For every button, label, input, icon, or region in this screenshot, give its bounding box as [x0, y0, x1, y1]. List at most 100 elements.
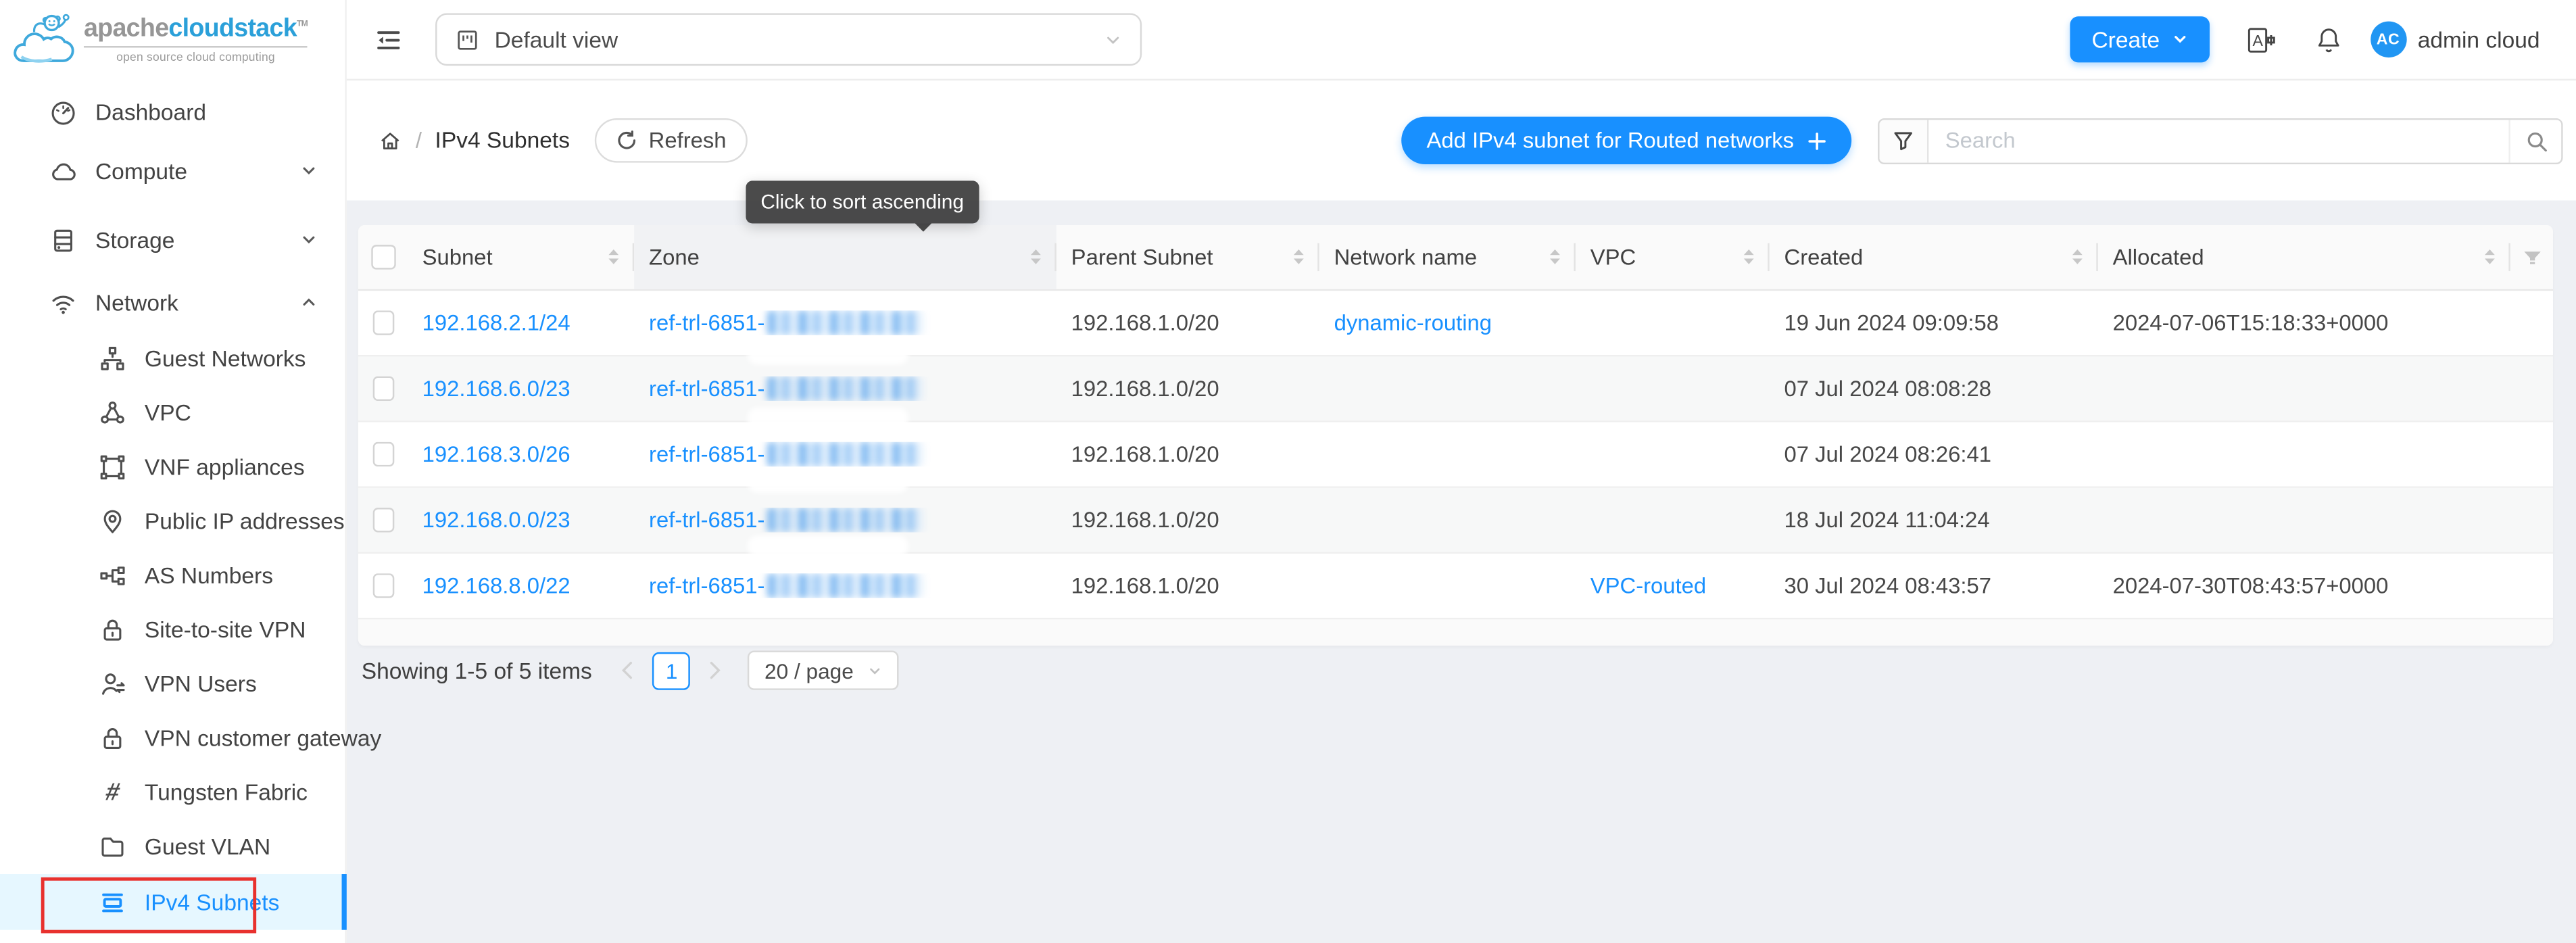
filter-funnel-icon[interactable]: [1879, 119, 1928, 162]
column-header-created[interactable]: Created: [1770, 225, 2098, 289]
sidebar-item-label: Tungsten Fabric: [145, 780, 308, 804]
table-row: 192.168.0.0/23ref-trl-6851-192.168.1.0/2…: [358, 488, 2553, 554]
sidebar-item-storage[interactable]: Storage: [0, 210, 345, 269]
sort-carets-icon[interactable]: [606, 248, 621, 266]
subnet-link[interactable]: 192.168.8.0/22: [422, 573, 570, 598]
breadcrumb-current: IPv4 Subnets: [435, 128, 570, 153]
row-checkbox[interactable]: [373, 377, 395, 401]
menu-fold-icon[interactable]: [374, 26, 402, 53]
network-name-link[interactable]: dynamic-routing: [1334, 310, 1492, 335]
column-header-vpc[interactable]: VPC: [1576, 225, 1770, 289]
prev-page-icon[interactable]: [620, 660, 636, 680]
next-page-icon[interactable]: [707, 660, 723, 680]
redacted-zone-text: [767, 377, 923, 401]
created-cell: 19 Jun 2024 09:09:58: [1770, 310, 2098, 335]
table-row: 192.168.8.0/22ref-trl-6851-192.168.1.0/2…: [358, 554, 2553, 619]
column-header-network-name[interactable]: Network name: [1319, 225, 1576, 289]
row-checkbox-cell: [358, 310, 408, 335]
vpc-icon: [99, 400, 126, 427]
refresh-button[interactable]: Refresh: [594, 118, 748, 163]
sidebar: apachecloudstackTM open source cloud com…: [0, 0, 347, 943]
search-input[interactable]: [1928, 119, 2508, 162]
sidebar-item-as-numbers[interactable]: AS Numbers: [0, 549, 345, 603]
tungsten-fabric-icon: #: [99, 779, 126, 806]
vpc-link[interactable]: VPC-routed: [1590, 573, 1706, 598]
sidebar-item-public-ip-addresses[interactable]: Public IP addresses: [0, 495, 345, 549]
view-select[interactable]: Default view: [435, 13, 1142, 66]
sort-carets-icon[interactable]: [1291, 248, 1306, 266]
app-window: apachecloudstackTM open source cloud com…: [0, 0, 2576, 943]
table-body: 192.168.2.1/24 ref-trl-6851- 192.168.1.0/2…: [358, 291, 2553, 619]
table-row: 192.168.3.0/26 ref-trl-6851- 192.168.1.0/2…: [358, 422, 2553, 488]
column-header-zone[interactable]: Zone: [634, 225, 1056, 289]
subnet-link[interactable]: 192.168.2.1/24: [422, 310, 570, 335]
sidebar-item-guest-networks[interactable]: Guest Networks: [0, 332, 345, 386]
cloudstack-logo[interactable]: apachecloudstackTM open source cloud com…: [0, 0, 345, 79]
sidebar-item-site-to-site-vpn[interactable]: Site-to-site VPN: [0, 603, 345, 657]
table-row: 192.168.2.1/24ref-trl-6851-192.168.1.0/2…: [358, 291, 2553, 356]
allocated-cell: 2024-07-06T15:18:33+0000: [2098, 310, 2510, 335]
sidebar-item-vpn-customer-gateway[interactable]: VPN customer gateway: [0, 711, 345, 765]
sort-carets-icon[interactable]: [1548, 248, 1563, 266]
column-header-subnet[interactable]: Subnet: [408, 225, 634, 289]
subnet-link[interactable]: 192.168.0.0/23: [422, 508, 570, 532]
user-name[interactable]: admin cloud: [2418, 27, 2540, 51]
zone-link[interactable]: ref-trl-6851-: [649, 573, 764, 598]
select-all-checkbox[interactable]: [370, 245, 395, 269]
parent-subnet-cell: 192.168.1.0/20: [1056, 442, 1319, 466]
page-size-select[interactable]: 20 / page: [748, 650, 898, 690]
sidebar-item-label: Dashboard: [95, 99, 206, 124]
row-checkbox[interactable]: [373, 310, 395, 335]
row-checkbox[interactable]: [373, 573, 395, 598]
sidebar-item-label: VPC: [145, 401, 191, 425]
column-header-allocated[interactable]: Allocated: [2098, 225, 2510, 289]
pagination-bar: Showing 1-5 of 5 items 1 20 / page: [362, 650, 898, 690]
zone-link[interactable]: ref-trl-6851-: [649, 377, 764, 401]
created-cell: 07 Jul 2024 08:26:41: [1770, 442, 2098, 466]
zone-link[interactable]: ref-trl-6851-: [649, 310, 764, 335]
filter-icon: [2521, 247, 2543, 268]
sidebar-item-tungsten-fabric[interactable]: # Tungsten Fabric: [0, 766, 345, 820]
sidebar-item-vpc[interactable]: VPC: [0, 386, 345, 440]
select-all-checkbox-cell: [358, 225, 408, 289]
project-icon: [455, 27, 479, 51]
zone-link[interactable]: ref-trl-6851-: [649, 442, 764, 466]
add-ipv4-subnet-button[interactable]: Add IPv4 subnet for Routed networks: [1402, 117, 1851, 164]
sort-carets-icon[interactable]: [1028, 248, 1043, 266]
notifications-bell-icon[interactable]: [2314, 26, 2342, 53]
row-checkbox[interactable]: [373, 508, 395, 532]
brand-tagline: open source cloud computing: [84, 46, 308, 63]
svg-text:A: A: [2252, 31, 2262, 49]
view-select-value: Default view: [495, 27, 618, 51]
create-button[interactable]: Create: [2070, 16, 2209, 62]
column-filter-cell[interactable]: [2510, 225, 2553, 289]
sidebar-item-network[interactable]: Network: [0, 272, 345, 331]
home-icon[interactable]: [378, 128, 402, 153]
subnet-link[interactable]: 192.168.3.0/26: [422, 442, 570, 466]
sidebar-item-vnf-appliances[interactable]: VNF appliances: [0, 440, 345, 494]
sidebar-item-compute[interactable]: Compute: [0, 141, 345, 200]
toolbar-right-group: Add IPv4 subnet for Routed networks: [1402, 117, 2576, 164]
zone-link[interactable]: ref-trl-6851-: [649, 508, 764, 532]
sort-carets-icon[interactable]: [2482, 248, 2497, 266]
sidebar-item-vpn-users[interactable]: VPN Users: [0, 657, 345, 711]
column-header-parent-subnet[interactable]: Parent Subnet: [1056, 225, 1319, 289]
subnet-link[interactable]: 192.168.6.0/23: [422, 377, 570, 401]
chevron-down-icon: [301, 232, 317, 248]
sort-carets-icon[interactable]: [2070, 248, 2085, 266]
translate-icon[interactable]: A: [2245, 24, 2277, 55]
row-checkbox-cell: [358, 573, 408, 598]
redacted-zone-text: [767, 310, 923, 335]
sidebar-item-dashboard[interactable]: Dashboard: [0, 82, 345, 141]
search-icon[interactable]: [2508, 119, 2561, 162]
sidebar-item-ipv4-subnets[interactable]: IPv4 Subnets: [0, 874, 345, 930]
chevron-down-icon: [2171, 31, 2187, 47]
sidebar-item-label: Guest VLAN: [145, 835, 270, 859]
sidebar-item-label: Site-to-site VPN: [145, 618, 306, 642]
row-checkbox[interactable]: [373, 442, 395, 466]
sidebar-item-guest-vlan[interactable]: Guest VLAN: [0, 820, 345, 874]
column-header-label: Parent Subnet: [1071, 245, 1285, 269]
page-number-button[interactable]: 1: [653, 652, 691, 690]
sort-carets-icon[interactable]: [1741, 248, 1756, 266]
user-avatar[interactable]: AC: [2370, 22, 2406, 57]
